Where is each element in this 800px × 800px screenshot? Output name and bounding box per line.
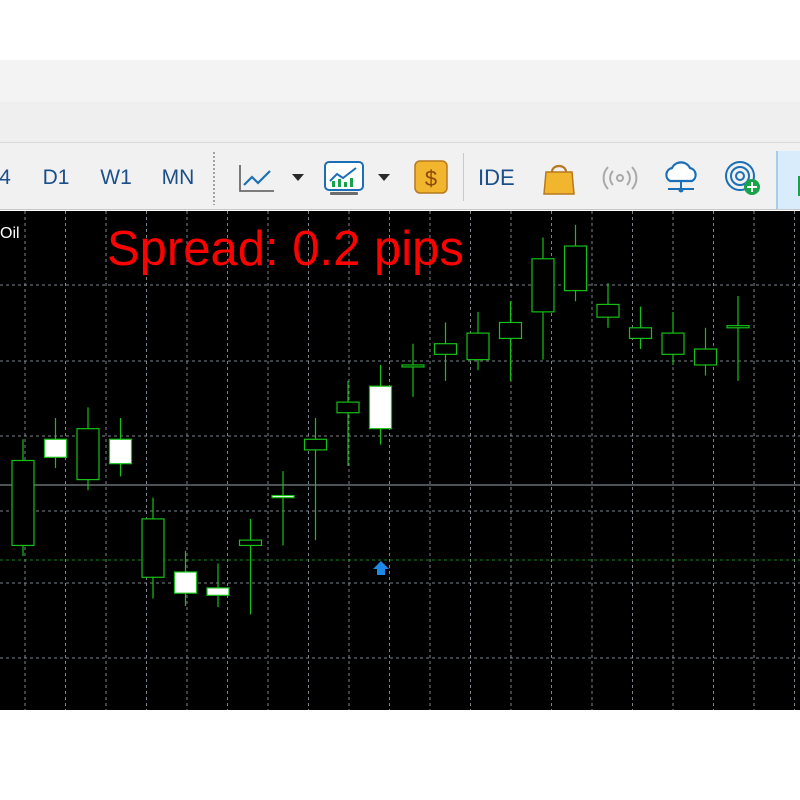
candle-body [661, 332, 685, 355]
top-area [0, 0, 800, 60]
timeframe-mn-button[interactable]: MN [156, 163, 200, 193]
candle-body [368, 385, 393, 430]
candle-body [433, 343, 458, 355]
timeframe-h4-button[interactable]: 4 [0, 163, 16, 193]
vps-add-icon[interactable] [722, 159, 764, 197]
bottom-area [0, 710, 800, 800]
toolbar-grip[interactable] [212, 151, 216, 205]
candle-body [238, 539, 263, 547]
candle-body [531, 258, 555, 313]
menu-bar [0, 60, 800, 102]
candle-body [303, 438, 328, 451]
candle-body [726, 325, 750, 329]
candle-body [466, 332, 490, 361]
line-chart-icon[interactable] [236, 159, 276, 197]
timeframe-d1-button[interactable]: D1 [38, 163, 74, 193]
candle-body [563, 245, 588, 292]
price-chart[interactable]: Oil Spread: 0.2 pips [0, 211, 800, 710]
dollar-icon[interactable]: $ [412, 159, 450, 197]
candle-body [11, 459, 35, 547]
symbol-label: Oil [0, 225, 20, 242]
candle-body [206, 587, 230, 596]
signal-broadcast-icon[interactable] [600, 159, 640, 197]
candlestick-chart-svg[interactable] [0, 211, 800, 710]
candle-body [43, 438, 68, 458]
ide-button[interactable]: IDE [478, 163, 515, 193]
toolbar-upper-strip [0, 102, 800, 142]
svg-text:$: $ [425, 166, 437, 191]
candle-body [76, 428, 100, 481]
toolbar-separator [463, 153, 464, 201]
line-chart-dropdown-chevron-icon[interactable] [290, 169, 306, 185]
candle-body [596, 303, 620, 318]
candle-body [401, 364, 425, 368]
candle-body [271, 494, 295, 499]
candle-body [336, 401, 360, 414]
spread-label: Spread: 0.2 pips [107, 222, 464, 276]
candle-body [173, 571, 198, 594]
chart-templates-icon[interactable] [322, 159, 366, 197]
buy-arrow-icon [373, 561, 389, 575]
chart-templates-dropdown-chevron-icon[interactable] [376, 169, 392, 185]
candle-body [141, 518, 165, 578]
timeframe-w1-button[interactable]: W1 [96, 163, 136, 193]
candle-body [693, 348, 718, 366]
toolbar-active-button[interactable] [776, 151, 800, 209]
candle-body [108, 438, 133, 465]
candle-body [498, 321, 523, 340]
toolbar: 4 D1 W1 MN $ IDE [0, 142, 800, 210]
market-bag-icon[interactable] [540, 159, 578, 197]
cloud-network-icon[interactable] [660, 159, 702, 197]
candle-body [628, 327, 653, 340]
